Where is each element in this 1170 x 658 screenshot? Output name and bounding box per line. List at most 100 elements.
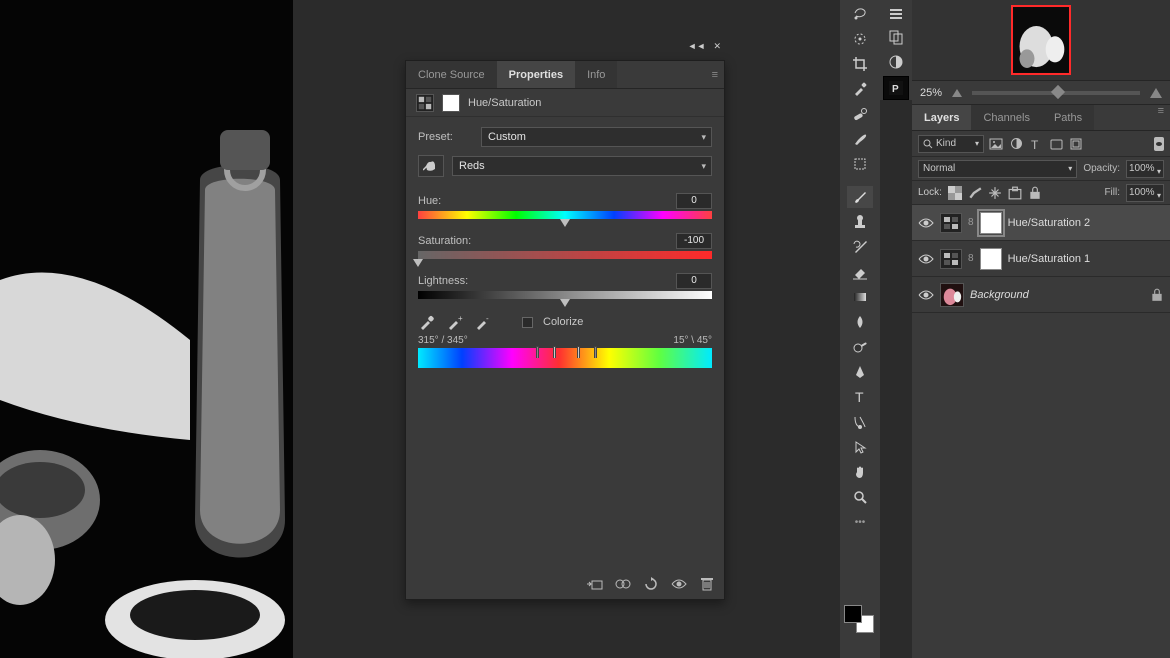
direct-select-tool[interactable] <box>847 436 873 458</box>
panel-icon-active[interactable]: P <box>883 76 909 100</box>
document-canvas[interactable] <box>0 0 293 658</box>
foreground-color-swatch[interactable] <box>844 605 862 623</box>
preset-select[interactable]: Custom▾ <box>481 127 712 147</box>
panel-collapse-icon[interactable]: ◄◄ <box>688 41 706 52</box>
range-left: 315° / 345° <box>418 335 468 346</box>
brush-tool[interactable] <box>847 186 873 208</box>
lightness-slider[interactable] <box>418 291 712 299</box>
filter-adjust-icon[interactable] <box>1008 136 1024 152</box>
navigator-thumbnail[interactable] <box>1011 5 1071 75</box>
visibility-icon[interactable] <box>918 251 934 267</box>
slider-thumb[interactable] <box>1051 84 1065 98</box>
lock-position-icon[interactable] <box>988 186 1002 200</box>
eyedropper-tool[interactable] <box>847 78 873 100</box>
patch-tool[interactable] <box>847 153 873 175</box>
hue-slider[interactable] <box>418 211 712 219</box>
filter-pixel-icon[interactable] <box>988 136 1004 152</box>
trash-icon[interactable] <box>698 575 716 593</box>
eraser-tool[interactable] <box>847 261 873 283</box>
crop-tool[interactable] <box>847 53 873 75</box>
properties-panel: ◄◄ ✕ Clone Source Properties Info ≡ Hue/… <box>405 60 725 600</box>
view-previous-icon[interactable] <box>614 575 632 593</box>
foreground-background-color[interactable] <box>844 605 874 633</box>
filter-toggle[interactable] <box>1154 137 1164 151</box>
hand-tool[interactable] <box>847 461 873 483</box>
panel-icon-adjust[interactable] <box>883 52 909 72</box>
eyedropper-add-icon[interactable]: + <box>446 313 464 331</box>
navigator-zoom-row: 25% <box>912 80 1170 105</box>
blend-mode-select[interactable]: Normal▾ <box>918 160 1077 178</box>
filter-smart-icon[interactable] <box>1068 136 1084 152</box>
history-brush-tool[interactable] <box>847 236 873 258</box>
layer-mask-thumbnail[interactable] <box>980 212 1002 234</box>
clip-to-layer-icon[interactable] <box>586 575 604 593</box>
zoom-out-icon[interactable] <box>952 89 962 97</box>
quick-select-tool[interactable] <box>847 28 873 50</box>
layer-filter-select[interactable]: Kind▾ <box>918 135 984 153</box>
eyedropper-icon[interactable] <box>418 313 436 331</box>
layer-thumbnail[interactable] <box>940 283 964 307</box>
dodge-tool[interactable] <box>847 336 873 358</box>
tool-presets-icon[interactable]: ••• <box>847 511 873 533</box>
reset-icon[interactable] <box>642 575 660 593</box>
tab-paths[interactable]: Paths <box>1042 105 1094 130</box>
filter-type-icon[interactable]: T <box>1028 136 1044 152</box>
colorize-checkbox[interactable] <box>522 317 533 328</box>
filter-shape-icon[interactable] <box>1048 136 1064 152</box>
visibility-icon[interactable] <box>918 287 934 303</box>
panel-icon-properties[interactable] <box>883 3 909 23</box>
lightness-value[interactable]: 0 <box>676 273 712 289</box>
slider-thumb[interactable] <box>413 259 423 267</box>
fill-input[interactable]: 100%▾ <box>1126 184 1164 202</box>
tab-layers[interactable]: Layers <box>912 105 971 130</box>
blur-tool[interactable] <box>847 311 873 333</box>
type-tool[interactable]: T <box>847 386 873 408</box>
eyedropper-subtract-icon[interactable]: - <box>474 313 492 331</box>
slider-thumb[interactable] <box>560 219 570 227</box>
layer-name[interactable]: Background <box>970 289 1144 301</box>
adjustment-layer-icon <box>940 249 962 269</box>
layer-row[interactable]: Background <box>912 277 1170 313</box>
panel-icon-clonesrc[interactable] <box>883 27 909 47</box>
saturation-slider[interactable] <box>418 251 712 259</box>
lock-all-icon[interactable] <box>1028 186 1042 200</box>
zoom-slider[interactable] <box>972 91 1140 95</box>
lasso-tool[interactable] <box>847 3 873 25</box>
visibility-icon[interactable] <box>670 575 688 593</box>
channel-select[interactable]: Reds▾ <box>452 156 712 176</box>
tab-info[interactable]: Info <box>575 61 617 88</box>
healing-brush-tool[interactable] <box>847 103 873 125</box>
lock-nest-icon[interactable] <box>1008 186 1022 200</box>
layer-row[interactable]: 8 Hue/Saturation 2 <box>912 205 1170 241</box>
opacity-input[interactable]: 100%▾ <box>1126 160 1164 178</box>
layer-name[interactable]: Hue/Saturation 1 <box>1008 253 1164 265</box>
gradient-tool[interactable] <box>847 286 873 308</box>
layer-name[interactable]: Hue/Saturation 2 <box>1008 217 1164 229</box>
slider-thumb[interactable] <box>560 299 570 307</box>
stamp-tool[interactable] <box>847 211 873 233</box>
panel-menu-icon[interactable]: ≡ <box>712 69 718 81</box>
saturation-label: Saturation: <box>418 235 676 247</box>
zoom-tool[interactable] <box>847 486 873 508</box>
lock-image-icon[interactable] <box>968 186 982 200</box>
layer-row[interactable]: 8 Hue/Saturation 1 <box>912 241 1170 277</box>
visibility-icon[interactable] <box>918 215 934 231</box>
zoom-value[interactable]: 25% <box>920 87 942 99</box>
path-select-tool[interactable] <box>847 411 873 433</box>
adjustment-header: Hue/Saturation <box>406 89 724 117</box>
hue-value[interactable]: 0 <box>676 193 712 209</box>
saturation-value[interactable]: -100 <box>676 233 712 249</box>
layer-mask-thumbnail[interactable] <box>980 248 1002 270</box>
brush-tool-alt[interactable] <box>847 128 873 150</box>
adjustment-mask-icon[interactable] <box>442 94 460 112</box>
pen-tool[interactable] <box>847 361 873 383</box>
panel-menu-icon[interactable]: ≡ <box>1158 105 1164 130</box>
zoom-in-icon[interactable] <box>1150 88 1162 98</box>
tab-clone-source[interactable]: Clone Source <box>406 61 497 88</box>
tab-properties[interactable]: Properties <box>497 61 575 88</box>
tab-channels[interactable]: Channels <box>971 105 1041 130</box>
panel-close-icon[interactable]: ✕ <box>713 41 721 52</box>
lock-transparent-icon[interactable] <box>948 186 962 200</box>
targeted-adjust-button[interactable] <box>418 155 444 177</box>
color-range-strip[interactable] <box>418 348 712 358</box>
